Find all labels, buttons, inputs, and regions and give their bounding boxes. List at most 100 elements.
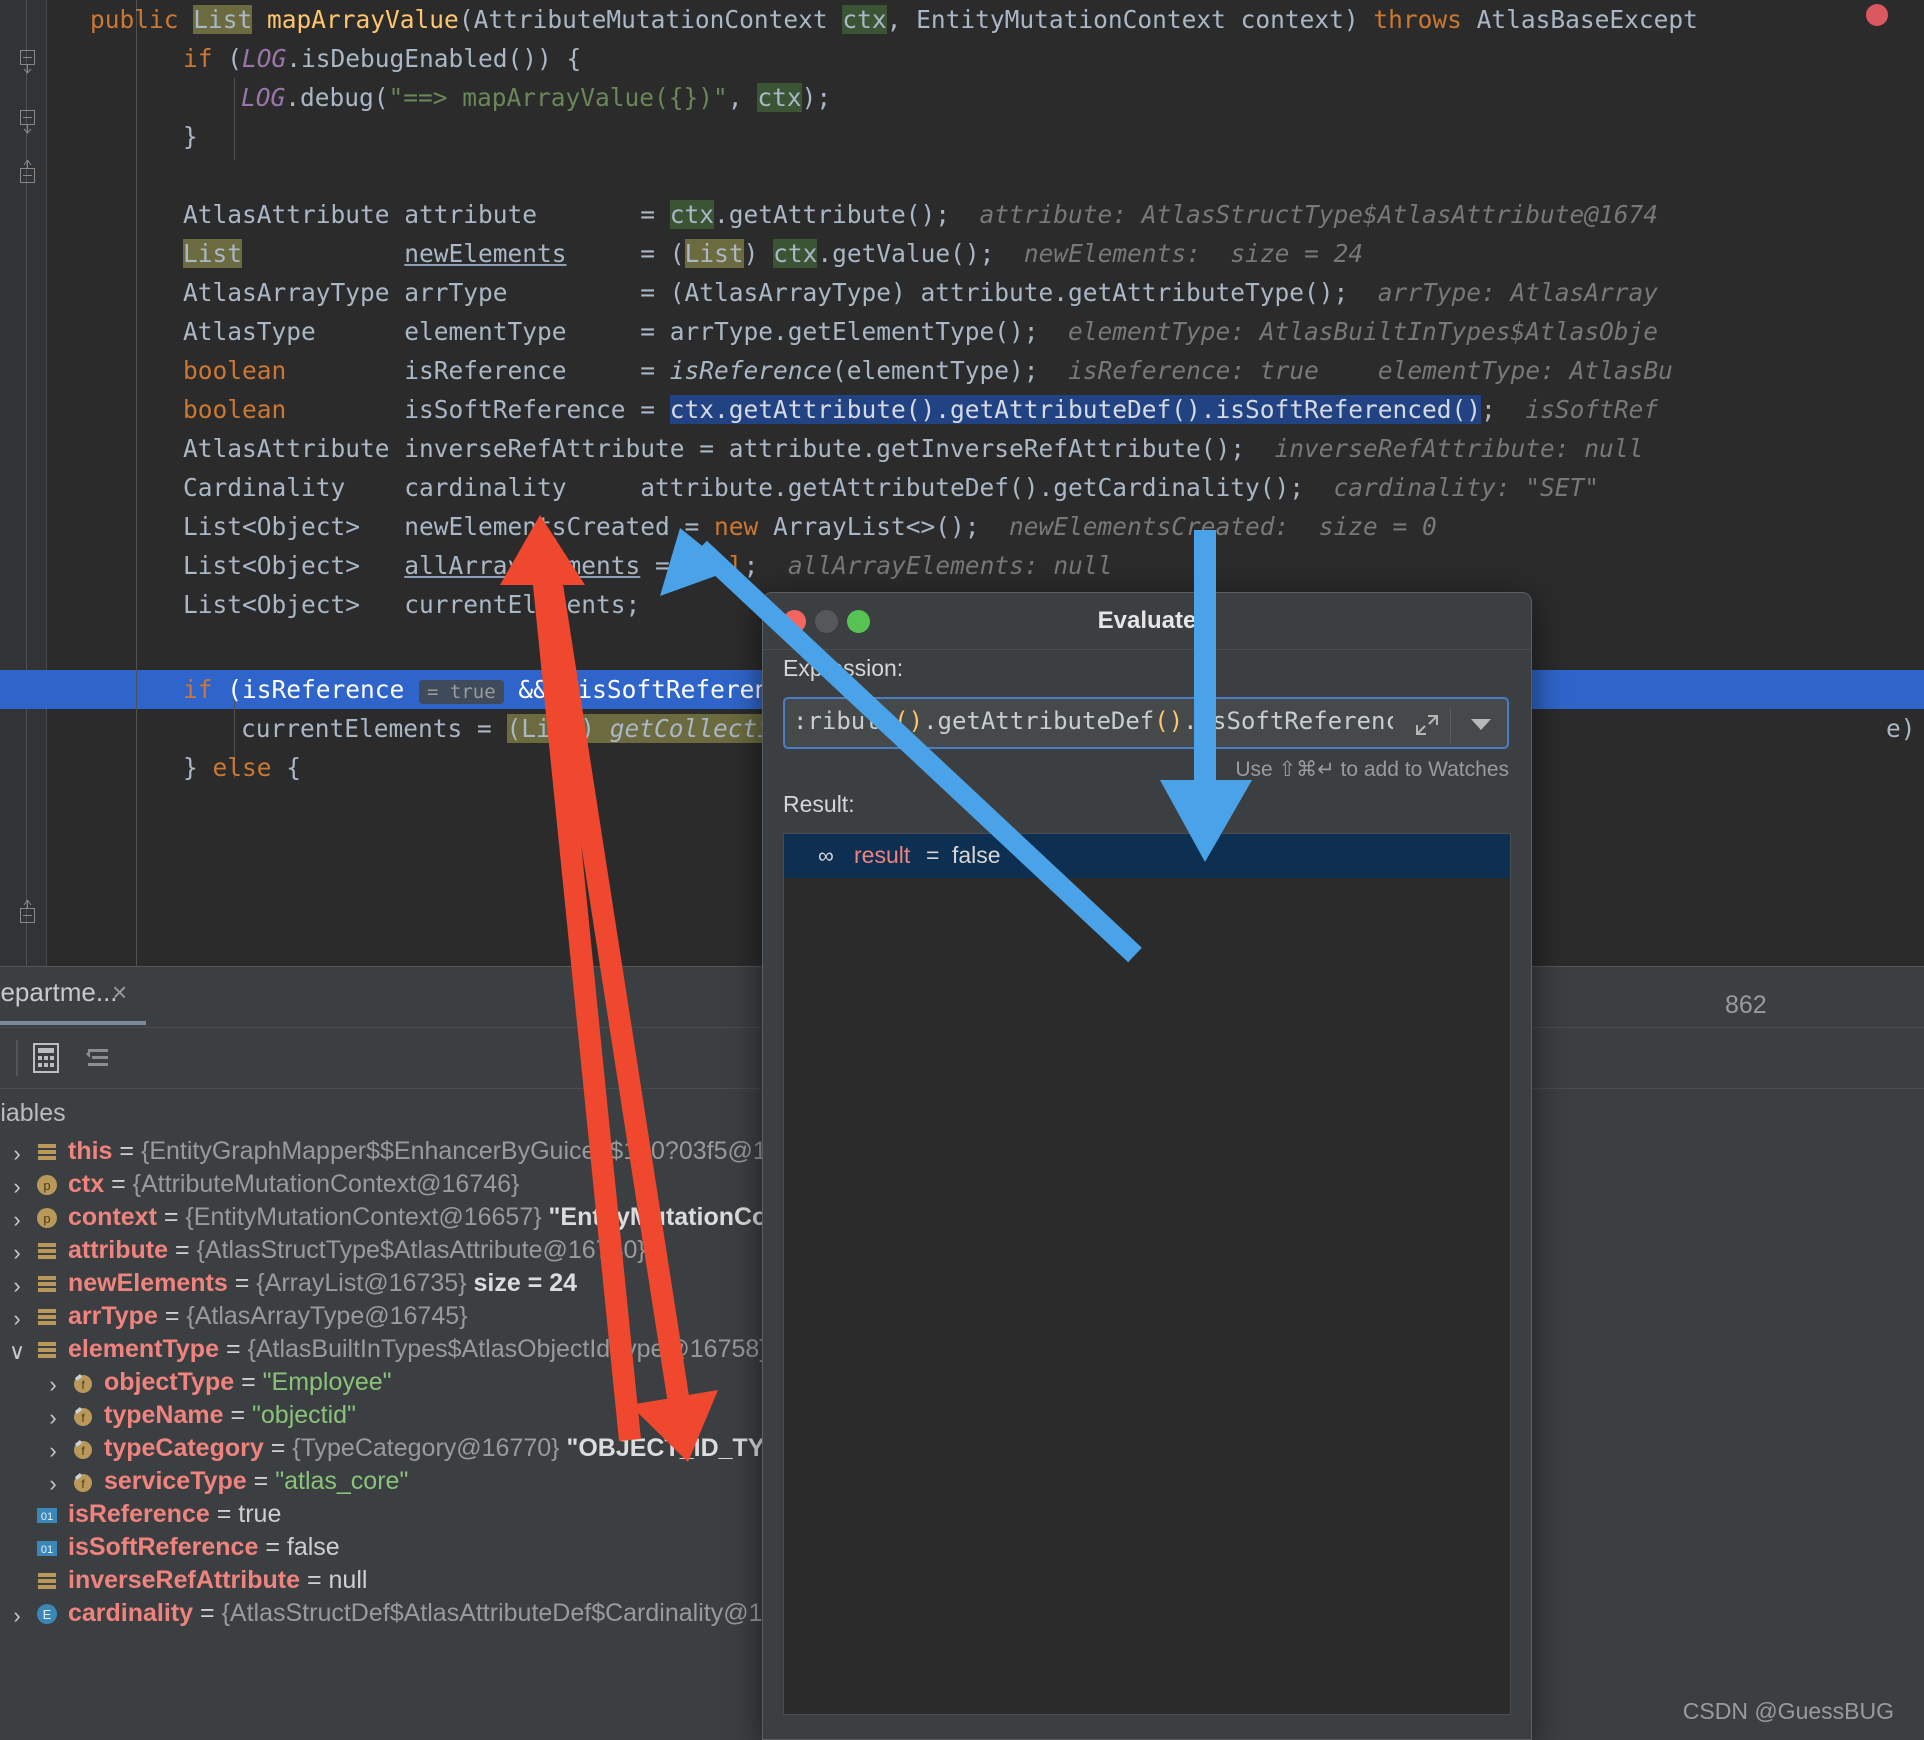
variable-name: inverseRefAttribute [68,1566,300,1594]
expand-chevron-icon[interactable]: › [6,1207,28,1233]
calculator-icon[interactable] [30,1042,62,1074]
variable-equals: = [253,1467,269,1495]
code-line-attribute: AtlasAttribute attribute = ctx.getAttrib… [183,200,1659,229]
code-line-newelementscreated: List<Object> newElementsCreated = new Ar… [183,512,1437,541]
tab-active-underline [0,1021,146,1025]
variable-name: objectType [104,1368,235,1396]
variable-text: this = {EntityGraphMapper$$EnhancerByGui… [68,1137,831,1166]
variable-text: serviceType = "atlas_core" [104,1467,408,1496]
result-value: false [952,842,1001,868]
fold-end-icon[interactable] [20,160,35,183]
expand-chevron-icon[interactable]: ∨ [6,1339,28,1365]
code-line-1: public List mapArrayValue(AttributeMutat… [90,5,1698,34]
code-line-assign-current: currentElements = (List) getCollectionEl… [241,714,846,743]
expand-chevron-icon[interactable]: › [6,1306,28,1332]
variable-text: objectType = "Employee" [104,1368,392,1397]
result-row[interactable]: ∞ result = false [784,834,1510,878]
expand-chevron-icon[interactable]: › [42,1372,64,1398]
variable-name: ctx [68,1170,105,1198]
object-icon [36,1141,58,1170]
variable-value: {EntityMutationContext@16657} [185,1203,542,1231]
variable-name: elementType [68,1335,219,1363]
variable-value: "Employee" [262,1368,392,1396]
object-icon [36,1570,58,1599]
code-line-cardinality: Cardinality cardinality attribute.getAtt… [183,473,1600,502]
variable-equals: = [241,1368,256,1396]
variable-text: typeName = "objectid" [104,1401,356,1430]
indent-guide [136,0,137,966]
chevron-down-icon[interactable] [1471,719,1491,730]
variable-name: context [68,1203,157,1231]
variable-name: newElements [68,1269,228,1297]
svg-text:E: E [43,1607,52,1622]
variable-text: newElements = {ArrayList@16735} size = 2… [68,1269,577,1298]
expand-chevron-icon[interactable]: › [6,1603,28,1629]
param-icon: p [36,1207,58,1236]
variable-equals: = [265,1533,280,1561]
bool-icon: 01 [36,1537,58,1566]
gutter-vertical-line [26,0,27,966]
result-list[interactable]: ∞ result = false [783,833,1511,1715]
evaluate-dialog[interactable]: Evaluate Expression: :ribute().getAttrib… [762,592,1532,1740]
evaluate-dialog-title: Evaluate [1097,607,1197,634]
expression-input[interactable]: :ribute().getAttributeDef().isSoftRefere… [783,697,1509,749]
expand-chevron-icon[interactable]: › [6,1240,28,1266]
variable-equals: = [200,1599,215,1627]
variable-equals: = [119,1137,135,1165]
right-value-fragment: 862 [1725,991,1767,1019]
code-line-elementtype: AtlasType elementType = arrType.getEleme… [183,317,1659,346]
variable-text: context = {EntityMutationContext@16657} … [68,1203,851,1232]
variable-value: null [328,1566,368,1594]
expand-chevron-icon[interactable]: › [42,1438,64,1464]
code-line-currentelements: List<Object> currentElements; [183,590,641,619]
variable-equals: = [163,1203,179,1231]
evaluate-titlebar[interactable]: Evaluate [763,593,1531,650]
watermark-text: CSDN @GuessBUG [1682,1698,1894,1724]
expand-chevron-icon[interactable]: › [6,1141,28,1167]
editor-gutter[interactable] [0,0,47,966]
result-equals: = [926,842,940,868]
svg-text:01: 01 [41,1511,53,1523]
code-line-isreference: boolean isReference = isReference(elemen… [183,356,1673,385]
variable-name: arrType [68,1302,158,1330]
toolbar-divider [16,1040,18,1076]
variable-text: cardinality = {AtlasStructDef$AtlasAttri… [68,1599,826,1628]
object-icon [36,1273,58,1302]
expand-editor-icon[interactable] [1413,711,1441,739]
variable-equals: = [216,1500,232,1528]
expand-chevron-icon[interactable]: › [42,1405,64,1431]
field-icon: f [72,1405,94,1434]
variable-text: isReference = true [68,1500,281,1529]
variable-name: isReference [68,1500,210,1528]
variable-equals: = [230,1401,246,1429]
object-icon [36,1339,58,1368]
expand-chevron-icon[interactable]: › [6,1273,28,1299]
variable-equals: = [225,1335,241,1363]
expression-input-text: :ribute().getAttributeDef().isSoftRefere… [793,707,1393,743]
field-icon: f [72,1438,94,1467]
fold-minus-icon[interactable] [20,50,35,74]
debugger-tab[interactable]: реpartme... [0,977,118,1008]
variable-name: serviceType [104,1467,247,1495]
variable-value: {TypeCategory@16770} [292,1434,560,1462]
exec-line-gutter-highlight [0,670,46,709]
expand-chevron-icon[interactable]: › [6,1174,28,1200]
variable-name: cardinality [68,1599,194,1627]
variable-equals: = [174,1236,190,1264]
variable-name: typeName [104,1401,224,1429]
svg-text:01: 01 [41,1544,53,1556]
variable-equals: = [111,1170,126,1198]
object-icon [36,1306,58,1335]
variable-name: isSoftReference [68,1533,259,1561]
variable-text: ctx = {AttributeMutationContext@16746} [68,1170,519,1199]
expand-chevron-icon[interactable]: › [42,1471,64,1497]
breakpoint-marker-icon[interactable] [1866,4,1888,26]
sort-list-icon[interactable] [82,1042,114,1074]
tab-close-icon[interactable]: × [112,977,127,1008]
fold-end-icon-2[interactable] [20,900,35,923]
enum-icon: E [36,1603,58,1632]
variable-equals: = [234,1269,250,1297]
code-line-allarrayelements: List<Object> allArrayElements = null; al… [183,551,1113,580]
variable-value: "objectid" [252,1401,356,1429]
variable-text: inverseRefAttribute = null [68,1566,367,1595]
